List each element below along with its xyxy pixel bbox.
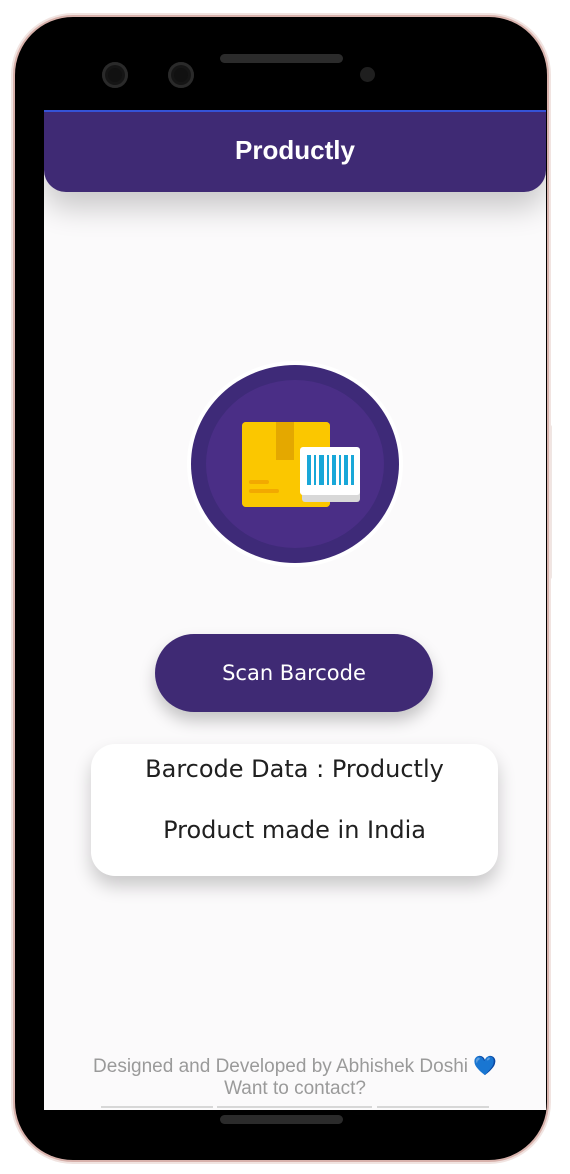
barcode-data-text: Barcode Data : Productly: [145, 755, 444, 783]
scan-barcode-button[interactable]: Scan Barcode: [155, 634, 433, 712]
front-camera-icon: [168, 62, 194, 88]
product-origin-text: Product made in India: [163, 816, 426, 844]
phone-frame: Productly Scan Barcode Barcode Data: Pr…: [15, 17, 547, 1160]
heart-icon: 💙: [473, 1055, 497, 1077]
earpiece-speaker: [220, 54, 343, 63]
logo-inner-circle: [206, 380, 384, 548]
page-title: Productly: [235, 134, 355, 165]
logo-outer-circle: [191, 365, 399, 563]
nav-bar-segment: [217, 1106, 372, 1108]
barcode-result-card: Barcode Data : Productly Product made in…: [91, 744, 498, 876]
app-bar: Productly: [44, 110, 546, 192]
front-camera-icon: [102, 62, 128, 88]
credit-text: Designed and Developed by Abhishek Doshi: [93, 1056, 469, 1077]
bottom-speaker: [220, 1115, 343, 1124]
nav-bar-segment: [101, 1106, 213, 1108]
footer: Designed and Developed by Abhishek Doshi…: [44, 1055, 546, 1100]
nav-bar-segment: [377, 1106, 489, 1108]
product-logo: [187, 361, 403, 567]
package-barcode-icon: [242, 422, 360, 507]
contact-link[interactable]: Want to contact?: [44, 1078, 546, 1100]
developer-credit: Designed and Developed by Abhishek Doshi…: [44, 1055, 546, 1078]
app-screen: Productly Scan Barcode Barcode Data: Pr…: [44, 110, 546, 1110]
proximity-sensor: [360, 67, 375, 82]
